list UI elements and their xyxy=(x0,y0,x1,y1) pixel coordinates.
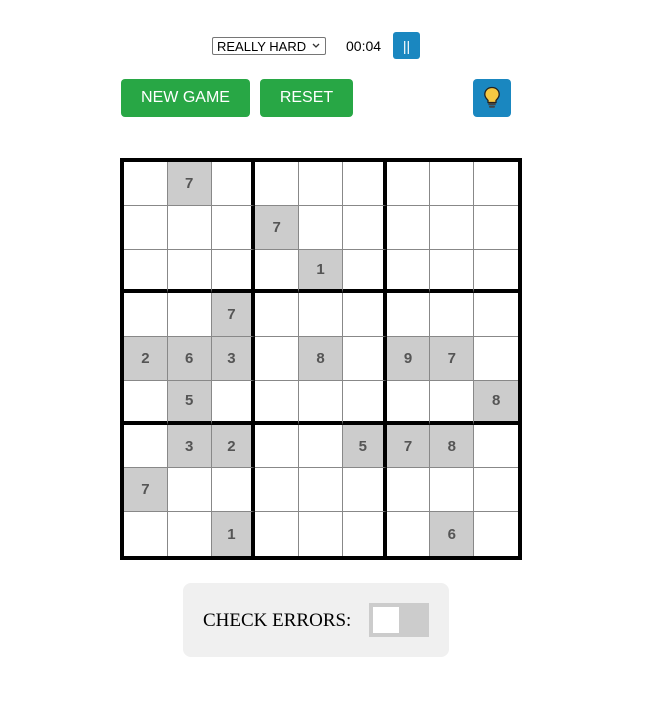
difficulty-select[interactable]: REALLY HARD xyxy=(212,37,326,55)
sudoku-cell[interactable] xyxy=(474,249,518,294)
sudoku-cell[interactable] xyxy=(167,468,212,513)
hint-button[interactable] xyxy=(473,79,511,117)
sudoku-cell: 1 xyxy=(211,512,256,556)
sudoku-cell[interactable] xyxy=(386,205,431,250)
toggle-knob xyxy=(373,607,399,633)
sudoku-cell[interactable] xyxy=(255,424,300,469)
check-errors-label: CHECK ERRORS: xyxy=(203,610,352,631)
sudoku-cell[interactable] xyxy=(386,512,431,556)
sudoku-board: 77172638975832578716 xyxy=(120,158,522,560)
sudoku-cell[interactable] xyxy=(124,162,168,206)
sudoku-cell[interactable] xyxy=(299,468,343,513)
sudoku-cell[interactable] xyxy=(474,468,518,513)
sudoku-cell[interactable] xyxy=(342,512,387,556)
sudoku-cell[interactable] xyxy=(299,512,343,556)
sudoku-cell[interactable] xyxy=(167,512,212,556)
sudoku-cell[interactable] xyxy=(124,424,168,469)
sudoku-cell[interactable] xyxy=(342,293,387,338)
sudoku-cell: 7 xyxy=(124,468,168,513)
sudoku-cell[interactable] xyxy=(211,468,256,513)
sudoku-cell: 2 xyxy=(211,424,256,469)
sudoku-cell[interactable] xyxy=(342,337,387,381)
sudoku-cell[interactable] xyxy=(474,293,518,338)
sudoku-cell[interactable] xyxy=(255,162,300,206)
sudoku-cell[interactable] xyxy=(386,249,431,294)
sudoku-cell: 8 xyxy=(299,337,343,381)
lightbulb-icon xyxy=(484,86,500,108)
sudoku-cell[interactable] xyxy=(124,512,168,556)
sudoku-cell[interactable] xyxy=(474,337,518,381)
sudoku-cell[interactable] xyxy=(167,293,212,338)
sudoku-cell[interactable] xyxy=(124,205,168,250)
sudoku-cell: 7 xyxy=(211,293,256,338)
sudoku-cell[interactable] xyxy=(299,380,343,425)
sudoku-cell[interactable] xyxy=(474,205,518,250)
sudoku-cell: 8 xyxy=(474,380,518,425)
sudoku-cell[interactable] xyxy=(211,249,256,294)
sudoku-cell[interactable] xyxy=(430,468,475,513)
sudoku-cell[interactable] xyxy=(430,380,475,425)
sudoku-cell[interactable] xyxy=(211,205,256,250)
sudoku-cell: 5 xyxy=(167,380,212,425)
sudoku-cell[interactable] xyxy=(342,205,387,250)
game-timer: 00:04 xyxy=(346,38,382,54)
sudoku-cell[interactable] xyxy=(386,162,431,206)
sudoku-cell: 7 xyxy=(167,162,212,206)
sudoku-cell[interactable] xyxy=(255,293,300,338)
sudoku-cell[interactable] xyxy=(430,205,475,250)
sudoku-cell: 6 xyxy=(167,337,212,381)
sudoku-cell: 5 xyxy=(342,424,387,469)
chevron-down-icon xyxy=(312,43,320,48)
sudoku-cell[interactable] xyxy=(474,512,518,556)
sudoku-cell: 3 xyxy=(167,424,212,469)
sudoku-cell[interactable] xyxy=(342,162,387,206)
sudoku-cell[interactable] xyxy=(386,380,431,425)
sudoku-cell[interactable] xyxy=(430,162,475,206)
new-game-button[interactable]: NEW GAME xyxy=(121,79,250,117)
sudoku-cell[interactable] xyxy=(474,162,518,206)
check-errors-toggle[interactable] xyxy=(369,603,429,637)
sudoku-cell: 2 xyxy=(124,337,168,381)
sudoku-cell[interactable] xyxy=(386,468,431,513)
sudoku-cell[interactable] xyxy=(299,424,343,469)
sudoku-cell[interactable] xyxy=(211,380,256,425)
sudoku-cell[interactable] xyxy=(299,205,343,250)
sudoku-cell[interactable] xyxy=(167,249,212,294)
sudoku-cell: 3 xyxy=(211,337,256,381)
sudoku-cell[interactable] xyxy=(342,468,387,513)
sudoku-cell[interactable] xyxy=(299,293,343,338)
sudoku-cell[interactable] xyxy=(430,249,475,294)
sudoku-cell: 6 xyxy=(430,512,475,556)
sudoku-cell[interactable] xyxy=(342,249,387,294)
sudoku-cell[interactable] xyxy=(474,424,518,469)
sudoku-cell: 7 xyxy=(430,337,475,381)
sudoku-cell[interactable] xyxy=(299,162,343,206)
pause-icon: || xyxy=(402,37,411,54)
sudoku-cell: 1 xyxy=(299,249,343,294)
sudoku-cell: 9 xyxy=(386,337,431,381)
reset-button[interactable]: RESET xyxy=(260,79,353,117)
difficulty-value: REALLY HARD xyxy=(217,38,307,54)
check-errors-panel: CHECK ERRORS: xyxy=(183,583,449,657)
sudoku-cell[interactable] xyxy=(255,380,300,425)
sudoku-cell: 8 xyxy=(430,424,475,469)
sudoku-cell[interactable] xyxy=(386,293,431,338)
sudoku-cell[interactable] xyxy=(342,380,387,425)
sudoku-cell[interactable] xyxy=(211,162,256,206)
sudoku-cell[interactable] xyxy=(124,293,168,338)
sudoku-cell: 7 xyxy=(255,205,300,250)
sudoku-cell[interactable] xyxy=(167,205,212,250)
sudoku-cell[interactable] xyxy=(124,380,168,425)
sudoku-cell[interactable] xyxy=(255,512,300,556)
sudoku-cell: 7 xyxy=(386,424,431,469)
sudoku-cell[interactable] xyxy=(430,293,475,338)
sudoku-cell[interactable] xyxy=(124,249,168,294)
pause-button[interactable]: || xyxy=(393,32,420,59)
sudoku-cell[interactable] xyxy=(255,249,300,294)
sudoku-cell[interactable] xyxy=(255,337,300,381)
sudoku-cell[interactable] xyxy=(255,468,300,513)
